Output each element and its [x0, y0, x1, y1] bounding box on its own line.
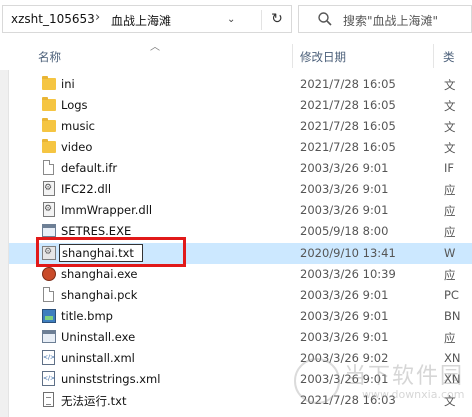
file-name: Logs: [61, 98, 88, 112]
file-type: 应: [444, 331, 456, 345]
file-row[interactable]: ImmWrapper.dll 2003/3/26 9:01 应: [9, 200, 472, 221]
file-date: 2021/7/28 16:05: [300, 140, 396, 154]
file-date: 2020/9/10 13:41: [300, 246, 396, 260]
file-name: ini: [61, 77, 75, 91]
xml-icon: [42, 350, 55, 365]
file-name: video: [61, 140, 93, 154]
file-name: SETRES.EXE: [61, 224, 132, 238]
folder-icon: [42, 139, 56, 153]
address-history-dropdown-icon[interactable]: ⌄: [227, 14, 235, 25]
file-icon: [43, 160, 54, 175]
file-icon: [43, 287, 54, 302]
file-date: 2003/3/26 9:01: [300, 288, 389, 302]
file-date: 2021/7/28 16:05: [300, 98, 396, 112]
watermark-url: www.downxia.com: [362, 388, 465, 401]
file-row[interactable]: Logs 2021/7/28 16:05 文: [9, 95, 472, 116]
file-type: 应: [444, 268, 456, 282]
file-name: uninstall.xml: [61, 351, 135, 365]
file-row[interactable]: music 2021/7/28 16:05 文: [9, 116, 472, 137]
file-name: default.ifr: [61, 161, 118, 175]
divider: [261, 10, 262, 30]
shanghai-exe-icon: [42, 267, 56, 281]
navigation-pane-edge[interactable]: [0, 70, 9, 417]
watermark-logo-icon: [294, 358, 340, 404]
file-name: music: [61, 119, 96, 133]
file-type: PC: [444, 288, 459, 302]
file-row[interactable]: ini 2021/7/28 16:05 文: [9, 74, 472, 95]
file-type: W: [444, 246, 456, 260]
file-type: 应: [444, 204, 456, 218]
column-header-date[interactable]: 修改日期: [300, 49, 346, 65]
file-type: 文: [444, 120, 456, 134]
file-name: 无法运行.txt: [61, 394, 127, 408]
exe-icon: [42, 224, 56, 237]
file-row[interactable]: IFC22.dll 2003/3/26 9:01 应: [9, 179, 472, 200]
highlight-box: [36, 237, 186, 267]
file-name: title.bmp: [61, 309, 113, 323]
address-bar[interactable]: xzsht_105653 › 血战上海滩 ⌄ ↻: [2, 5, 292, 33]
dll-icon: [43, 202, 55, 217]
search-box[interactable]: 搜索"血战上海滩": [298, 5, 472, 33]
file-type: IF: [444, 161, 455, 175]
file-date: 2003/3/26 9:01: [300, 309, 389, 323]
sort-ascending-icon: ︿: [150, 42, 160, 53]
folder-icon: [42, 97, 56, 111]
refresh-icon[interactable]: ↻: [267, 8, 287, 30]
text-file-icon: [43, 392, 54, 407]
folder-icon: [42, 118, 56, 132]
search-input-placeholder[interactable]: 搜索"血战上海滩": [343, 12, 438, 29]
file-row[interactable]: title.bmp 2003/3/26 9:01 BN: [9, 306, 472, 327]
file-row[interactable]: video 2021/7/28 16:05 文: [9, 137, 472, 158]
file-type: BN: [444, 309, 461, 323]
column-header-type[interactable]: 类: [443, 49, 455, 65]
watermark: 当下软件园 www.downxia.com: [294, 356, 470, 412]
watermark-text: 当下软件园: [344, 364, 465, 389]
file-date: 2003/3/26 9:01: [300, 182, 389, 196]
breadcrumb-separator-icon[interactable]: ›: [95, 10, 100, 25]
file-row[interactable]: default.ifr 2003/3/26 9:01 IF: [9, 158, 472, 179]
file-date: 2021/7/28 16:05: [300, 119, 396, 133]
column-header-name[interactable]: 名称: [38, 49, 61, 65]
file-name: shanghai.pck: [61, 288, 138, 302]
file-type: 应: [444, 183, 456, 197]
file-row[interactable]: Uninstall.exe 2003/3/26 9:01 应: [9, 327, 472, 348]
search-icon: [318, 12, 332, 26]
column-header-row: ︿ 名称 修改日期 类: [0, 40, 472, 70]
file-name: Uninstall.exe: [61, 330, 136, 344]
file-type: 文: [444, 99, 456, 113]
file-type: 应: [444, 225, 456, 239]
file-date: 2003/3/26 9:01: [300, 330, 389, 344]
dll-icon: [43, 181, 55, 196]
file-date: 2003/3/26 9:01: [300, 203, 389, 217]
file-name: ImmWrapper.dll: [61, 203, 153, 217]
file-date: 2003/3/26 9:01: [300, 161, 389, 175]
file-name: shanghai.exe: [61, 267, 138, 281]
file-name: IFC22.dll: [61, 182, 112, 196]
bmp-icon: [42, 309, 56, 323]
file-row[interactable]: shanghai.exe 2003/3/26 10:39 应: [9, 264, 472, 285]
uninstall-icon: [42, 330, 56, 343]
file-type: 文: [444, 78, 456, 92]
file-row[interactable]: shanghai.pck 2003/3/26 9:01 PC: [9, 285, 472, 306]
file-row-selected[interactable]: shanghai.txt 2020/9/10 13:41 W: [9, 237, 472, 267]
file-date: 2005/9/18 8:00: [300, 224, 389, 238]
file-date: 2021/7/28 16:05: [300, 77, 396, 91]
column-divider[interactable]: [292, 44, 293, 68]
breadcrumb-current[interactable]: 血战上海滩: [111, 12, 171, 29]
file-date: 2003/3/26 10:39: [300, 267, 396, 281]
column-divider[interactable]: [433, 44, 434, 68]
file-name: uninststrings.xml: [61, 372, 161, 386]
xml-icon: [42, 371, 55, 386]
breadcrumb-parent[interactable]: xzsht_105653: [11, 12, 95, 26]
file-type: 文: [444, 141, 456, 155]
folder-icon: [42, 76, 56, 90]
address-toolbar: xzsht_105653 › 血战上海滩 ⌄ ↻ 搜索"血战上海滩": [0, 0, 472, 40]
